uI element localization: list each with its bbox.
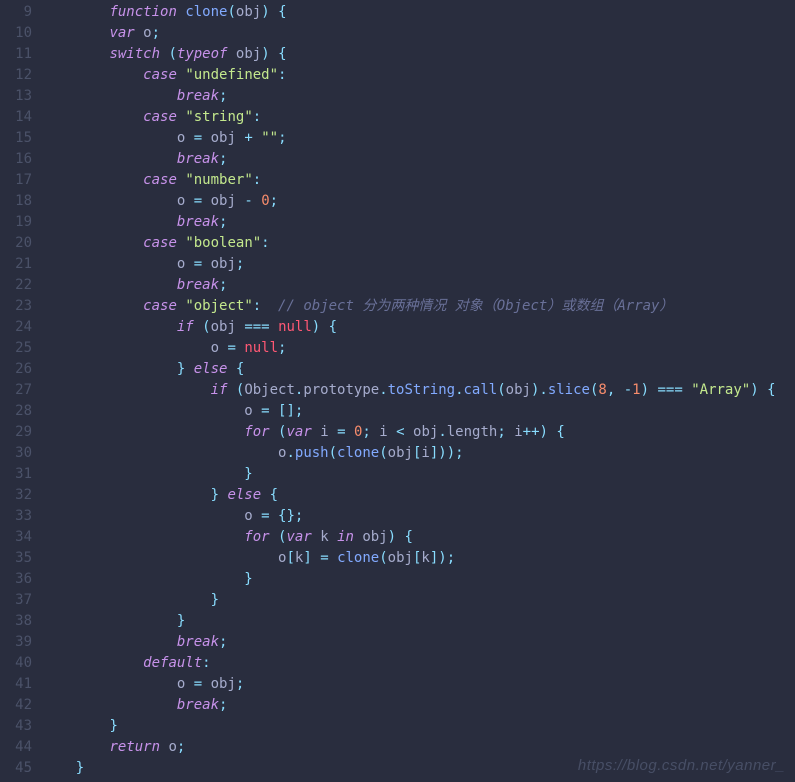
code-line: function clone(obj) {: [42, 2, 795, 23]
line-number: 20: [0, 233, 32, 254]
line-number: 12: [0, 65, 32, 86]
code-line: } else {: [42, 359, 795, 380]
line-number: 15: [0, 128, 32, 149]
code-line: switch (typeof obj) {: [42, 44, 795, 65]
code-line: o = obj;: [42, 254, 795, 275]
code-line: }: [42, 611, 795, 632]
line-number: 14: [0, 107, 32, 128]
code-editor: 9101112131415161718192021222324252627282…: [0, 0, 795, 779]
line-number: 19: [0, 212, 32, 233]
code-line: case "string":: [42, 107, 795, 128]
line-number: 36: [0, 569, 32, 590]
code-line: o[k] = clone(obj[k]);: [42, 548, 795, 569]
watermark-text: https://blog.csdn.net/yanner_: [578, 755, 785, 776]
code-line: case "boolean":: [42, 233, 795, 254]
code-line: o = [];: [42, 401, 795, 422]
code-line: for (var k in obj) {: [42, 527, 795, 548]
code-line: }: [42, 716, 795, 737]
code-line: o.push(clone(obj[i]));: [42, 443, 795, 464]
code-line: }: [42, 464, 795, 485]
line-number: 29: [0, 422, 32, 443]
code-line: break;: [42, 632, 795, 653]
line-number: 32: [0, 485, 32, 506]
code-line: o = {};: [42, 506, 795, 527]
line-number: 44: [0, 737, 32, 758]
code-line: break;: [42, 212, 795, 233]
line-number: 40: [0, 653, 32, 674]
line-number: 42: [0, 695, 32, 716]
line-number: 10: [0, 23, 32, 44]
line-number: 41: [0, 674, 32, 695]
code-line: if (Object.prototype.toString.call(obj).…: [42, 380, 795, 401]
line-number: 23: [0, 296, 32, 317]
line-number: 27: [0, 380, 32, 401]
code-line: o = obj - 0;: [42, 191, 795, 212]
line-number: 37: [0, 590, 32, 611]
line-number-gutter: 9101112131415161718192021222324252627282…: [0, 2, 42, 779]
code-line: break;: [42, 86, 795, 107]
line-number: 9: [0, 2, 32, 23]
line-number: 18: [0, 191, 32, 212]
code-line: case "number":: [42, 170, 795, 191]
line-number: 16: [0, 149, 32, 170]
line-number: 21: [0, 254, 32, 275]
line-number: 25: [0, 338, 32, 359]
code-line: for (var i = 0; i < obj.length; i++) {: [42, 422, 795, 443]
code-line: break;: [42, 275, 795, 296]
code-line: o = null;: [42, 338, 795, 359]
line-number: 34: [0, 527, 32, 548]
code-line: } else {: [42, 485, 795, 506]
line-number: 45: [0, 758, 32, 779]
code-line: if (obj === null) {: [42, 317, 795, 338]
line-number: 30: [0, 443, 32, 464]
code-line: break;: [42, 695, 795, 716]
code-line: case "undefined":: [42, 65, 795, 86]
line-number: 38: [0, 611, 32, 632]
line-number: 22: [0, 275, 32, 296]
code-line: var o;: [42, 23, 795, 44]
code-line: }: [42, 569, 795, 590]
code-line: o = obj;: [42, 674, 795, 695]
line-number: 35: [0, 548, 32, 569]
line-number: 43: [0, 716, 32, 737]
line-number: 33: [0, 506, 32, 527]
code-line: break;: [42, 149, 795, 170]
code-line: case "object": // object 分为两种情况 对象（Objec…: [42, 296, 795, 317]
code-line: default:: [42, 653, 795, 674]
line-number: 24: [0, 317, 32, 338]
line-number: 26: [0, 359, 32, 380]
code-line: }: [42, 590, 795, 611]
code-line: o = obj + "";: [42, 128, 795, 149]
line-number: 13: [0, 86, 32, 107]
code-content: function clone(obj) { var o; switch (typ…: [42, 2, 795, 779]
line-number: 11: [0, 44, 32, 65]
line-number: 28: [0, 401, 32, 422]
line-number: 39: [0, 632, 32, 653]
line-number: 31: [0, 464, 32, 485]
line-number: 17: [0, 170, 32, 191]
